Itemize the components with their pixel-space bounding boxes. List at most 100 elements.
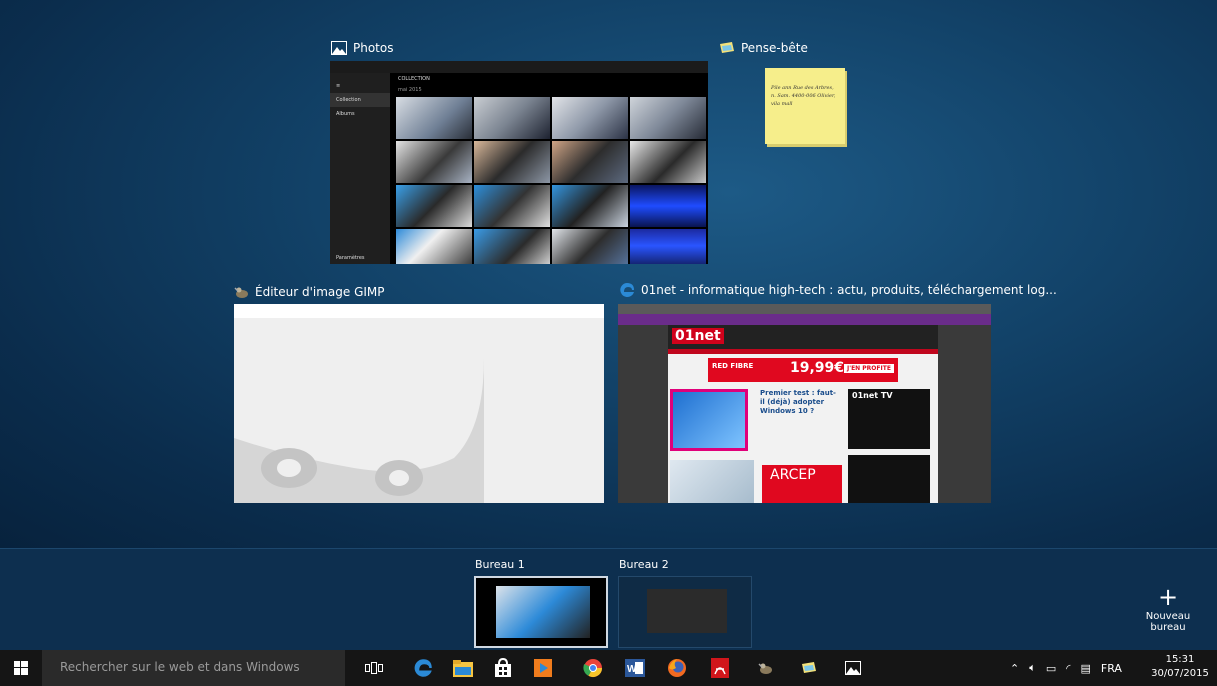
taskbar-chrome[interactable] <box>578 650 608 686</box>
photo-thumb[interactable] <box>474 141 550 183</box>
clock-date: 30/07/2015 <box>1151 668 1209 679</box>
article-title[interactable]: Premier test : faut-il (déjà) adopter Wi… <box>760 389 840 416</box>
gimp-title-text: Éditeur d'image GIMP <box>255 285 385 299</box>
task-view-background: Photos ≡ Collection Albums Paramètres CO… <box>0 0 1217 548</box>
photo-thumb[interactable] <box>630 185 706 227</box>
photo-thumb[interactable] <box>630 97 706 139</box>
taskbar-gimp[interactable] <box>750 650 780 686</box>
sticky-notes-icon <box>720 42 734 53</box>
photos-sidebar-albums[interactable]: Albums <box>330 107 390 121</box>
store-icon <box>495 658 511 677</box>
photos-sidebar: ≡ Collection Albums Paramètres <box>330 73 390 264</box>
edge-toolbar <box>618 314 991 325</box>
taskbar-media[interactable] <box>528 650 558 686</box>
taskbar-photos[interactable] <box>838 650 868 686</box>
volume-icon[interactable]: 🔈︎ <box>1029 661 1036 675</box>
photo-thumb[interactable] <box>552 185 628 227</box>
firefox-icon <box>668 659 686 677</box>
clock[interactable]: 15:31 30/07/2015 <box>1150 653 1210 681</box>
article-image[interactable] <box>670 389 748 451</box>
taskbar-store[interactable] <box>488 650 518 686</box>
ad-price: 19,99€ <box>790 360 845 376</box>
desktop-1-thumbnail[interactable] <box>474 576 608 648</box>
task-view-button[interactable] <box>358 650 390 686</box>
photo-thumb[interactable] <box>396 97 472 139</box>
ad-text: RED FIBRE <box>712 362 754 370</box>
photo-thumb[interactable] <box>474 97 550 139</box>
photo-thumb[interactable] <box>630 141 706 183</box>
photo-thumb[interactable] <box>474 229 550 264</box>
arcep-image[interactable]: ARCEP <box>762 465 842 503</box>
photo-thumb[interactable] <box>396 185 472 227</box>
photos-window-thumbnail[interactable]: ≡ Collection Albums Paramètres COLLECTIO… <box>330 61 708 264</box>
gimp-window-thumbnail[interactable] <box>234 304 604 503</box>
taskbar-word[interactable]: W <box>620 650 650 686</box>
edge-page-header: 01net <box>668 325 938 349</box>
gimp-icon <box>758 663 772 674</box>
chevron-up-icon[interactable]: ⌃ <box>1010 662 1019 675</box>
sticky-window-title[interactable]: Pense-bête <box>719 40 808 56</box>
desktop-1-label: Bureau 1 <box>475 558 525 571</box>
photo-thumb[interactable] <box>552 141 628 183</box>
battery-icon[interactable]: ▭ <box>1046 662 1056 675</box>
photos-icon <box>845 661 861 675</box>
photos-sidebar-collection[interactable]: Collection <box>330 93 390 107</box>
phone-image[interactable] <box>670 460 754 503</box>
edge-icon <box>620 283 634 297</box>
taskbar-acrobat[interactable] <box>705 650 735 686</box>
media-player-icon <box>534 659 552 677</box>
search-placeholder: Rechercher sur le web et dans Windows <box>60 660 300 674</box>
svg-text:W: W <box>627 664 637 675</box>
photos-title-text: Photos <box>353 41 394 55</box>
gimp-window-title[interactable]: Éditeur d'image GIMP <box>233 284 385 300</box>
edge-window-title[interactable]: 01net - informatique high-tech : actu, p… <box>619 282 1057 298</box>
taskbar-edge[interactable] <box>408 650 438 686</box>
desktop-2-preview <box>647 589 727 633</box>
sticky-note-text: Pile ann Rue des Arbres, n. Sam. 4400-00… <box>771 85 836 107</box>
photo-thumb[interactable] <box>474 185 550 227</box>
photo-thumb[interactable] <box>630 229 706 264</box>
edge-page: 01net RED FIBRE 19,99€ J'EN PROFITE Prem… <box>668 325 938 503</box>
plus-icon: + <box>1157 583 1179 611</box>
tv-panel: 01net TV <box>848 389 930 449</box>
arcep-text: ARCEP <box>770 467 816 483</box>
taskbar-explorer[interactable] <box>448 650 478 686</box>
ad-banner[interactable]: RED FIBRE 19,99€ J'EN PROFITE <box>708 358 898 382</box>
tv-label: 01net TV <box>852 391 893 400</box>
sticky-note-thumbnail[interactable]: Pile ann Rue des Arbres, n. Sam. 4400-00… <box>765 68 845 144</box>
edge-window-thumbnail[interactable]: 01net RED FIBRE 19,99€ J'EN PROFITE Prem… <box>618 304 991 503</box>
taskbar-sticky-notes[interactable] <box>794 650 824 686</box>
photo-thumb[interactable] <box>552 97 628 139</box>
photos-settings[interactable]: Paramètres <box>330 251 371 264</box>
sticky-notes-icon <box>802 662 816 673</box>
photo-thumb[interactable] <box>552 229 628 264</box>
tv-panel-lower <box>848 455 930 503</box>
search-box[interactable]: Rechercher sur le web et dans Windows <box>42 650 345 686</box>
start-button[interactable] <box>0 650 42 686</box>
new-desktop-button[interactable]: + Nouveau bureau <box>1128 585 1208 633</box>
photos-titlebar <box>330 61 708 73</box>
ad-cta[interactable]: J'EN PROFITE <box>844 364 894 373</box>
gimp-icon <box>234 287 248 298</box>
taskbar-firefox[interactable] <box>662 650 692 686</box>
photo-thumb[interactable] <box>396 141 472 183</box>
language-indicator[interactable]: FRA <box>1101 662 1122 675</box>
01net-logo: 01net <box>672 328 724 344</box>
notifications-icon[interactable]: ▤ <box>1081 662 1091 675</box>
system-tray: ⌃ 🔈︎ ▭ ◜ ▤ FRA <box>1010 650 1122 686</box>
photo-thumb[interactable] <box>396 229 472 264</box>
gimp-menubar <box>234 304 604 319</box>
edge-title-text: 01net - informatique high-tech : actu, p… <box>641 283 1057 297</box>
photos-icon <box>331 41 347 55</box>
desktop-2-thumbnail[interactable] <box>618 576 752 648</box>
desktop-1-preview <box>496 586 590 638</box>
wifi-icon[interactable]: ◜ <box>1066 662 1070 675</box>
photos-collection-label: COLLECTION <box>398 76 430 82</box>
photos-grid <box>396 97 708 264</box>
task-view-icon <box>365 662 383 674</box>
photos-window-title[interactable]: Photos <box>331 40 393 56</box>
clock-time: 15:31 <box>1165 654 1195 665</box>
taskbar: Rechercher sur le web et dans Windows W … <box>0 650 1217 686</box>
edge-tabbar <box>618 304 991 314</box>
sticky-title-text: Pense-bête <box>741 41 808 55</box>
